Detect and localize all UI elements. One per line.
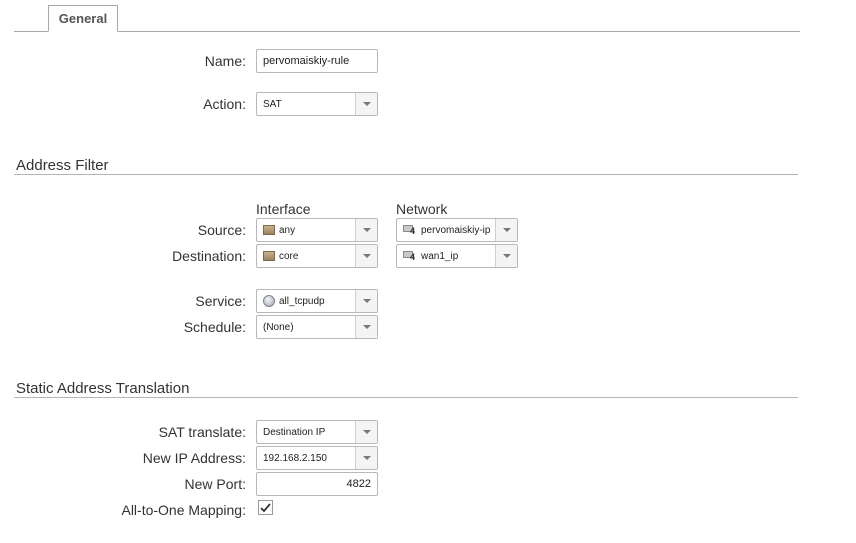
action-label: Action: bbox=[203, 96, 246, 112]
chevron-down-icon[interactable] bbox=[355, 93, 377, 115]
destination-network-select[interactable]: 4 wan1_ip bbox=[396, 244, 518, 268]
service-select[interactable]: all_tcpudp bbox=[256, 289, 378, 313]
schedule-value: (None) bbox=[263, 321, 294, 333]
new-port-input[interactable]: 4822 bbox=[256, 472, 378, 496]
chevron-down-icon[interactable] bbox=[355, 219, 377, 241]
tab-strip-line bbox=[14, 31, 800, 32]
interface-column-label: Interface bbox=[256, 201, 311, 217]
all-to-one-checkbox[interactable] bbox=[258, 500, 273, 515]
schedule-label: Schedule: bbox=[183, 319, 246, 335]
source-interface-value: any bbox=[279, 224, 296, 236]
action-select[interactable]: SAT bbox=[256, 92, 378, 116]
sat-translate-select[interactable]: Destination IP bbox=[256, 420, 378, 444]
destination-network-value: wan1_ip bbox=[421, 250, 459, 262]
destination-interface-select[interactable]: core bbox=[256, 244, 378, 268]
service-value: all_tcpudp bbox=[279, 295, 325, 307]
name-input-value: pervomaiskiy-rule bbox=[263, 55, 350, 67]
source-label: Source: bbox=[197, 222, 246, 238]
checkmark-icon bbox=[260, 502, 271, 512]
chevron-down-icon[interactable] bbox=[495, 245, 517, 267]
interface-icon bbox=[263, 225, 275, 235]
chevron-down-icon[interactable] bbox=[355, 421, 377, 443]
sat-translate-label: SAT translate: bbox=[158, 424, 246, 440]
new-port-value: 4822 bbox=[346, 478, 371, 490]
network-column-label: Network bbox=[396, 201, 448, 217]
source-network-value: pervomaiskiy-ip bbox=[421, 224, 491, 236]
new-port-label: New Port: bbox=[184, 476, 246, 492]
name-input[interactable]: pervomaiskiy-rule bbox=[256, 49, 378, 73]
source-network-select[interactable]: 4 pervomaiskiy-ip bbox=[396, 218, 518, 242]
network-address-icon: 4 bbox=[403, 250, 417, 262]
address-filter-divider bbox=[14, 174, 798, 175]
tab-general[interactable]: General bbox=[48, 5, 118, 32]
sat-translate-value: Destination IP bbox=[263, 426, 326, 438]
sat-divider bbox=[14, 397, 798, 398]
network-address-icon: 4 bbox=[403, 224, 417, 236]
name-label: Name: bbox=[204, 53, 246, 69]
sat-heading: Static Address Translation bbox=[16, 380, 190, 397]
service-label: Service: bbox=[195, 293, 246, 309]
address-filter-heading: Address Filter bbox=[16, 157, 109, 174]
destination-label: Destination: bbox=[172, 248, 246, 264]
source-interface-select[interactable]: any bbox=[256, 218, 378, 242]
chevron-down-icon[interactable] bbox=[495, 219, 517, 241]
chevron-down-icon[interactable] bbox=[355, 245, 377, 267]
action-select-value: SAT bbox=[263, 98, 282, 110]
new-ip-label: New IP Address: bbox=[142, 450, 246, 466]
destination-interface-value: core bbox=[279, 250, 299, 262]
chevron-down-icon[interactable] bbox=[355, 290, 377, 312]
all-to-one-label: All-to-One Mapping: bbox=[121, 502, 246, 518]
chevron-down-icon[interactable] bbox=[355, 447, 377, 469]
interface-icon bbox=[263, 251, 275, 261]
new-ip-value: 192.168.2.150 bbox=[263, 452, 327, 464]
chevron-down-icon[interactable] bbox=[355, 316, 377, 338]
new-ip-select[interactable]: 192.168.2.150 bbox=[256, 446, 378, 470]
service-icon bbox=[263, 295, 275, 307]
schedule-select[interactable]: (None) bbox=[256, 315, 378, 339]
